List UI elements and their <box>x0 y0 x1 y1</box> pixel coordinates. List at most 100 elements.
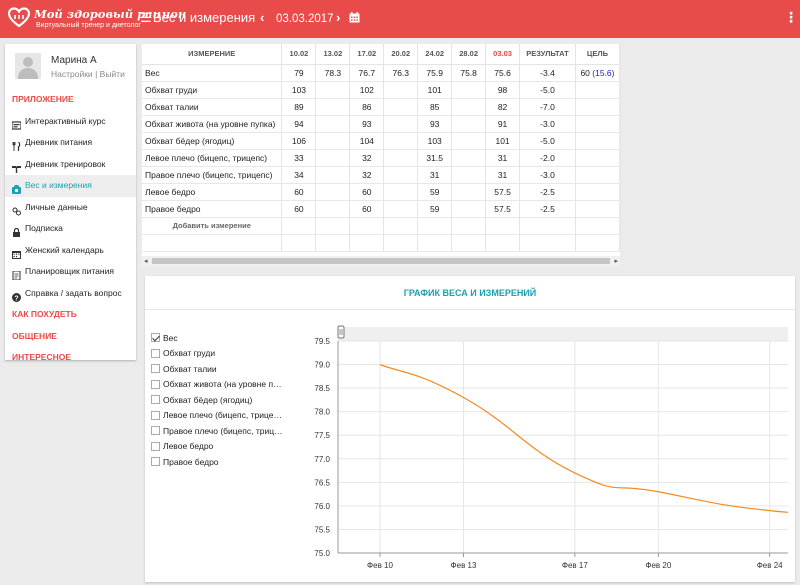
sidebar-item-0[interactable]: ПРИЛОЖЕНИЕ <box>5 89 136 111</box>
current-date[interactable]: 03.03.2017 <box>276 12 334 26</box>
sidebar-item-12[interactable]: ИНТЕРЕСНОЕ <box>5 347 136 369</box>
sidebar-item-5[interactable]: Личные данные <box>5 197 136 219</box>
measurement-value[interactable]: 60 <box>281 200 317 218</box>
measurement-value[interactable]: 31.5 <box>417 149 453 167</box>
measurement-value[interactable]: 33 <box>281 149 317 167</box>
next-date-icon[interactable]: › <box>336 11 340 25</box>
measurement-value[interactable] <box>383 149 419 167</box>
column-header[interactable]: 17.02 <box>349 44 385 65</box>
calendar-icon[interactable] <box>349 12 360 23</box>
measurement-value[interactable]: 32 <box>349 149 385 167</box>
sidebar-item-8[interactable]: Планировщик питания <box>5 261 136 283</box>
measurement-value[interactable]: 101 <box>485 132 521 150</box>
goal-value[interactable] <box>575 183 620 201</box>
add-measurement-button[interactable]: Добавить измерение <box>142 217 283 235</box>
measurement-value[interactable]: 78.3 <box>315 64 351 82</box>
measurement-value[interactable]: 60 <box>349 200 385 218</box>
measurement-value[interactable]: 82 <box>485 98 521 116</box>
sidebar-item-4[interactable]: Вес и измерения <box>5 175 136 197</box>
measurement-value[interactable] <box>451 149 487 167</box>
measurement-value[interactable] <box>451 115 487 133</box>
goal-value[interactable] <box>575 98 620 116</box>
measurement-value[interactable] <box>315 149 351 167</box>
measurement-value[interactable]: 89 <box>281 98 317 116</box>
sidebar-item-10[interactable]: КАК ПОХУДЕТЬ <box>5 304 136 326</box>
table-horizontal-scrollbar[interactable]: ◂ ▸ <box>142 256 620 266</box>
measurement-value[interactable] <box>451 81 487 99</box>
measurement-value[interactable]: 103 <box>417 132 453 150</box>
measurement-value[interactable] <box>383 166 419 184</box>
measurement-value[interactable]: 31 <box>485 149 521 167</box>
measurement-name[interactable]: Правое плечо (бицепс, трицепс) <box>142 166 283 184</box>
measurement-value[interactable] <box>315 132 351 150</box>
column-header[interactable]: 20.02 <box>383 44 419 65</box>
measurement-value[interactable] <box>383 98 419 116</box>
sidebar-item-3[interactable]: Дневник тренировок <box>5 154 136 176</box>
column-header[interactable]: 13.02 <box>315 44 351 65</box>
sidebar-item-6[interactable]: Подписка <box>5 218 136 240</box>
sidebar-item-1[interactable]: Интерактивный курс <box>5 111 136 133</box>
measurement-value[interactable]: 31 <box>485 166 521 184</box>
measurement-value[interactable]: 31 <box>417 166 453 184</box>
logout-link[interactable]: Выйти <box>100 69 125 79</box>
measurement-value[interactable] <box>451 98 487 116</box>
measurement-value[interactable] <box>315 183 351 201</box>
measurement-value[interactable] <box>383 200 419 218</box>
avatar[interactable] <box>15 53 41 79</box>
goal-value[interactable] <box>575 200 620 218</box>
measurement-value[interactable] <box>383 183 419 201</box>
measurement-value[interactable]: 102 <box>349 81 385 99</box>
measurement-value[interactable] <box>315 115 351 133</box>
measurement-value[interactable] <box>451 183 487 201</box>
measurement-value[interactable]: 75.6 <box>485 64 521 82</box>
measurement-value[interactable]: 60 <box>349 183 385 201</box>
measurement-name[interactable]: Обхват живота (на уровне пупка) <box>142 115 283 133</box>
sidebar-item-2[interactable]: Дневник питания <box>5 132 136 154</box>
measurement-name[interactable]: Вес <box>142 64 283 82</box>
goal-value[interactable]: 60 (15.6) <box>575 64 620 82</box>
measurement-value[interactable]: 93 <box>349 115 385 133</box>
sidebar-item-7[interactable]: Женский календарь <box>5 240 136 262</box>
measurement-value[interactable] <box>451 200 487 218</box>
goal-value[interactable] <box>575 81 620 99</box>
measurement-value[interactable]: 79 <box>281 64 317 82</box>
measurement-value[interactable] <box>451 166 487 184</box>
measurement-value[interactable] <box>383 132 419 150</box>
column-header[interactable]: 24.02 <box>417 44 453 65</box>
measurement-value[interactable] <box>315 98 351 116</box>
measurement-name[interactable]: Левое плечо (бицепс, трицепс) <box>142 149 283 167</box>
sidebar-item-9[interactable]: ? Справка / задать вопрос <box>5 283 136 305</box>
goal-value[interactable] <box>575 166 620 184</box>
measurement-name[interactable]: Правое бедро <box>142 200 283 218</box>
measurement-value[interactable]: 101 <box>417 81 453 99</box>
measurement-value[interactable] <box>383 81 419 99</box>
column-header[interactable]: 10.02 <box>281 44 317 65</box>
measurement-value[interactable]: 59 <box>417 200 453 218</box>
settings-link[interactable]: Настройки <box>51 69 93 79</box>
measurement-value[interactable] <box>451 132 487 150</box>
prev-date-icon[interactable]: ‹ <box>260 11 264 25</box>
measurement-value[interactable]: 60 <box>281 183 317 201</box>
measurement-value[interactable]: 75.8 <box>451 64 487 82</box>
measurement-name[interactable]: Обхват бёдер (ягодиц) <box>142 132 283 150</box>
measurement-value[interactable]: 104 <box>349 132 385 150</box>
measurement-name[interactable]: Левое бедро <box>142 183 283 201</box>
goal-value[interactable] <box>575 115 620 133</box>
measurement-value[interactable]: 94 <box>281 115 317 133</box>
measurement-value[interactable]: 59 <box>417 183 453 201</box>
measurement-value[interactable]: 98 <box>485 81 521 99</box>
measurement-value[interactable] <box>383 115 419 133</box>
measurement-value[interactable]: 76.3 <box>383 64 419 82</box>
measurement-value[interactable]: 93 <box>417 115 453 133</box>
measurement-value[interactable]: 32 <box>349 166 385 184</box>
measurement-value[interactable] <box>315 200 351 218</box>
measurement-value[interactable]: 57.5 <box>485 183 521 201</box>
measurement-value[interactable]: 85 <box>417 98 453 116</box>
measurement-value[interactable]: 103 <box>281 81 317 99</box>
measurement-value[interactable]: 91 <box>485 115 521 133</box>
column-header[interactable]: 28.02 <box>451 44 487 65</box>
scrollbar-thumb[interactable] <box>152 258 610 264</box>
measurement-value[interactable]: 57.5 <box>485 200 521 218</box>
scroll-right-arrow-icon[interactable]: ▸ <box>614 257 618 265</box>
measurement-value[interactable] <box>315 166 351 184</box>
